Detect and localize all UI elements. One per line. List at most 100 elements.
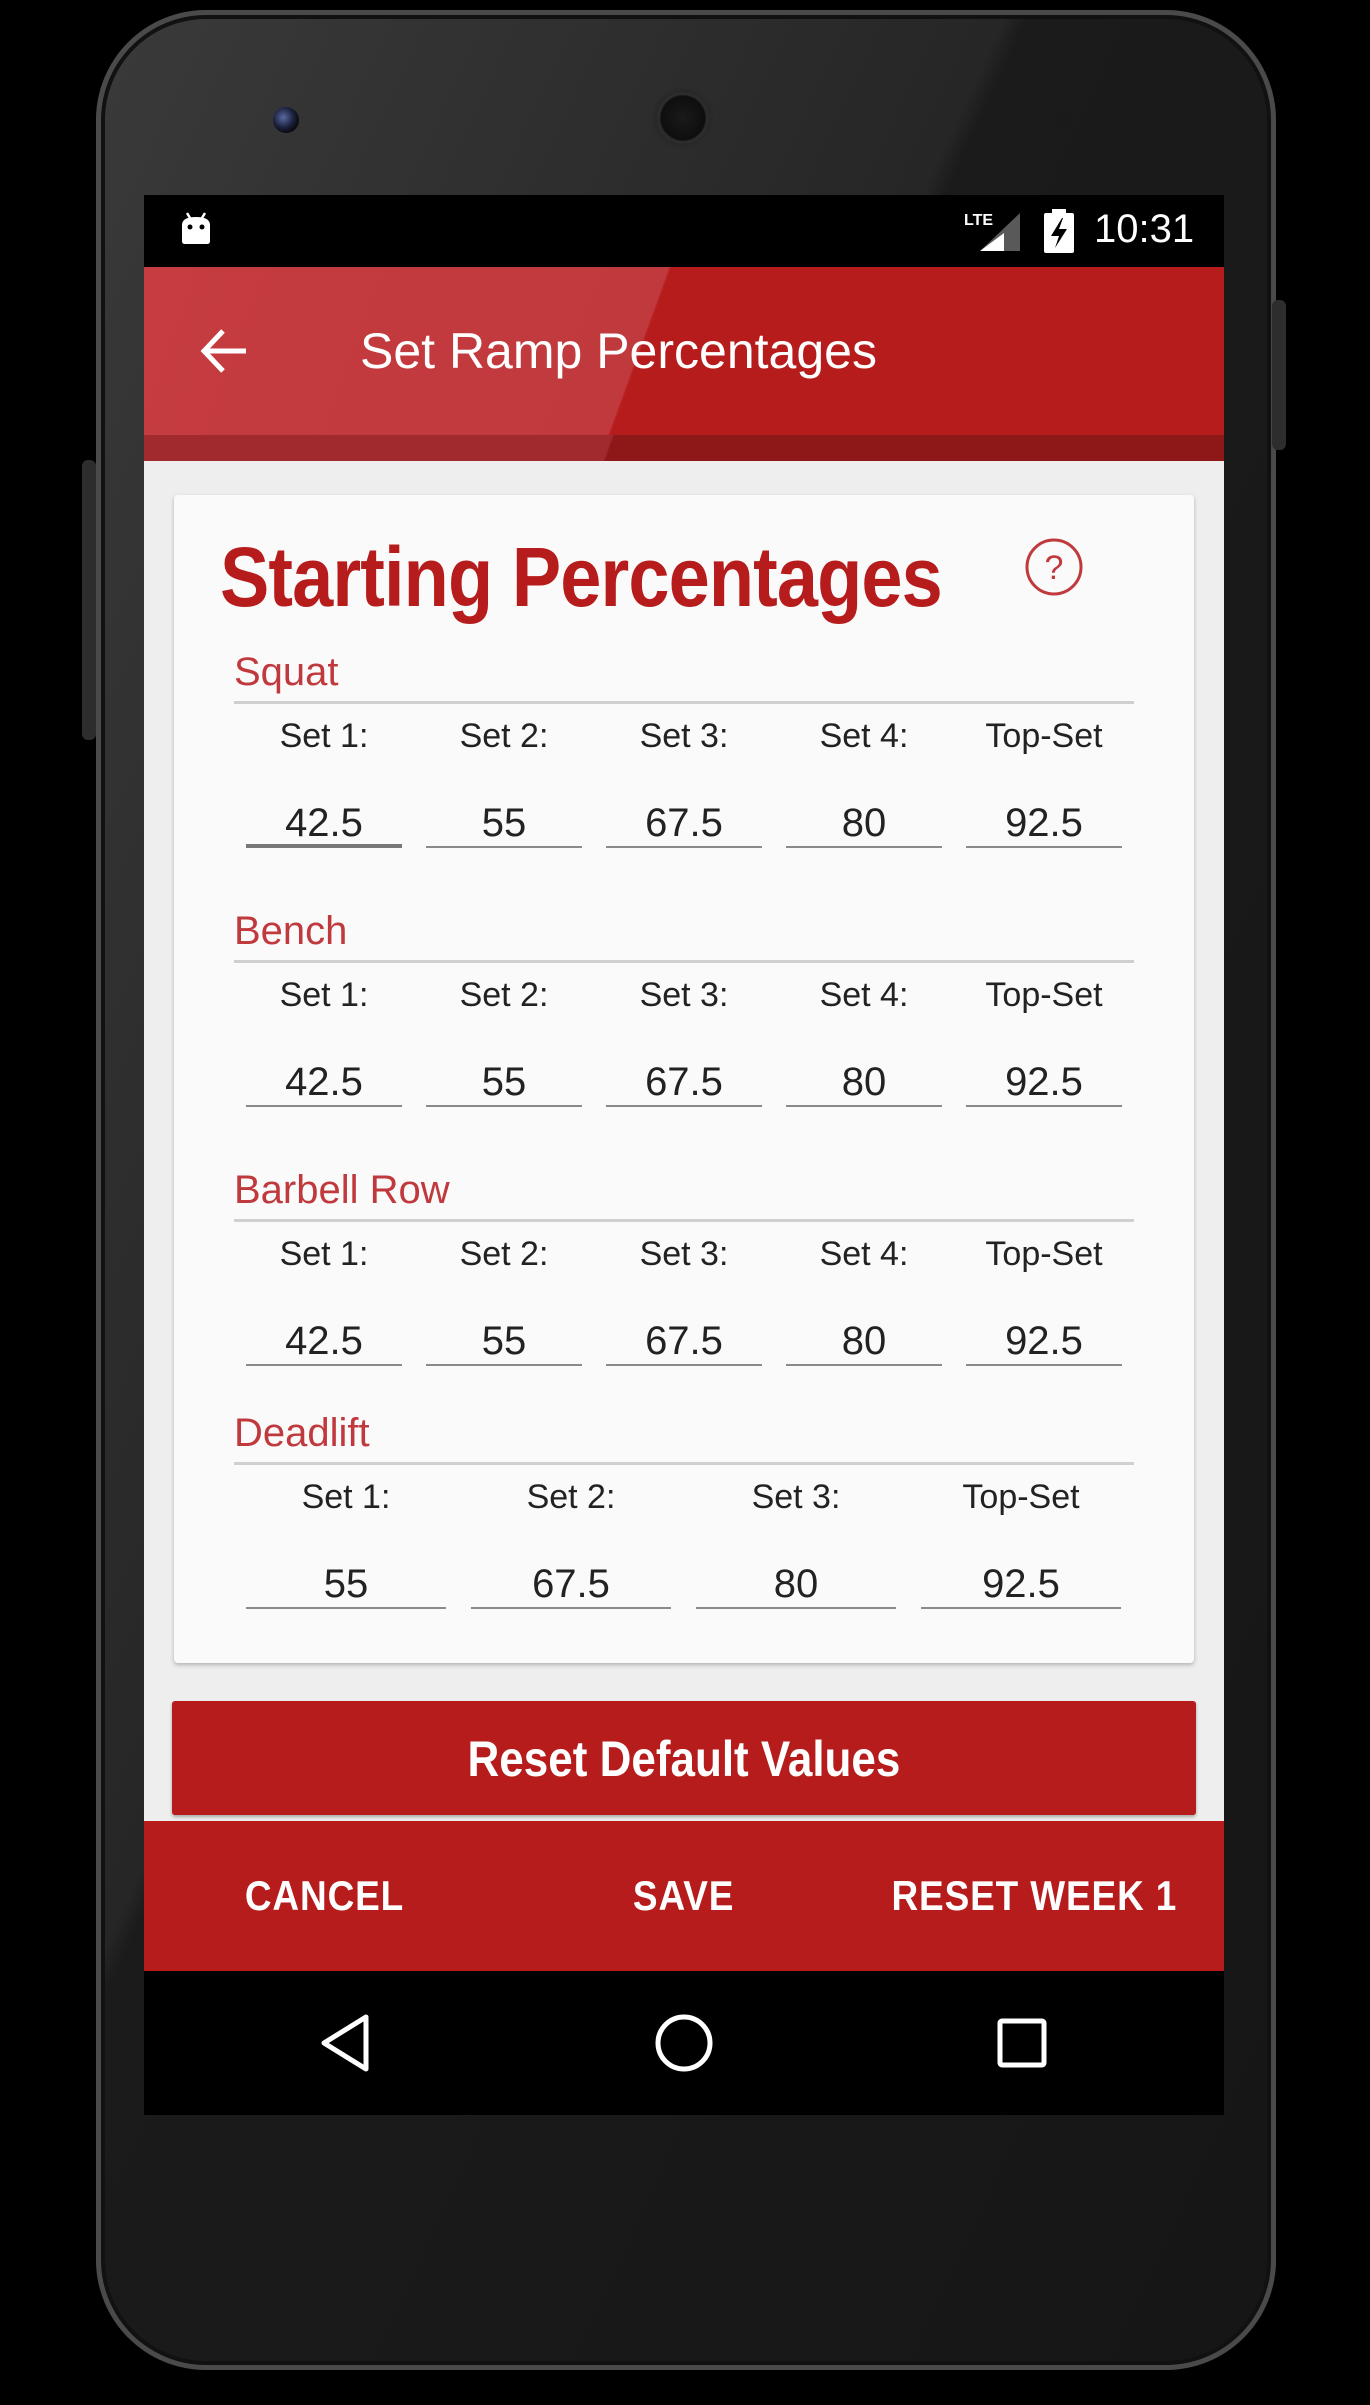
exercise-bench: Bench Set 1: 42.5 Set 2: 55 Set 3: 67.5 … (234, 906, 1134, 1123)
reset-week-label: RESET WEEK 1 (891, 1872, 1177, 1919)
set-column: Set 2: 55 (426, 1222, 582, 1366)
set-column: Set 3: 80 (696, 1465, 896, 1609)
percentage-input[interactable]: 80 (786, 1300, 942, 1366)
home-circle-icon[interactable] (648, 2007, 720, 2079)
set-label: Top-Set (985, 717, 1103, 755)
recents-square-icon[interactable] (986, 2007, 1058, 2079)
set-label: Set 2: (526, 1478, 616, 1516)
android-debug-icon (182, 212, 210, 244)
reset-default-values-button[interactable]: Reset Default Values (172, 1701, 1196, 1815)
set-row: Set 1: 42.5 Set 2: 55 Set 3: 67.5 Set 4:… (234, 963, 1134, 1123)
percentage-input[interactable]: 55 (426, 1041, 582, 1107)
set-label: Set 1: (279, 717, 369, 755)
set-label: Set 4: (819, 976, 909, 1014)
app-bar-shadow (144, 435, 1224, 461)
set-row: Set 1: 42.5 Set 2: 55 Set 3: 67.5 Set 4:… (234, 704, 1134, 864)
set-label: Set 1: (301, 1478, 391, 1516)
set-column: Set 2: 55 (426, 963, 582, 1107)
svg-text:LTE: LTE (964, 212, 993, 229)
percentage-input[interactable]: 67.5 (606, 782, 762, 848)
light-sensor (1094, 110, 1108, 124)
set-label: Set 4: (819, 717, 909, 755)
set-column: Set 4: 80 (786, 1222, 942, 1366)
set-column: Top-Set 92.5 (966, 704, 1122, 848)
status-time: 10:31 (1094, 207, 1195, 251)
percentage-input[interactable]: 92.5 (966, 782, 1122, 848)
front-camera (273, 107, 299, 133)
set-column: Top-Set 92.5 (921, 1465, 1121, 1609)
screen: LTE 10:31 Set Ramp Percentages Starting … (144, 195, 1224, 2115)
percentage-input[interactable]: 42.5 (246, 1300, 402, 1366)
percentage-input[interactable]: 67.5 (606, 1300, 762, 1366)
set-label: Set 1: (279, 1235, 369, 1273)
set-column: Set 1: 55 (246, 1465, 446, 1609)
cancel-button[interactable]: CANCEL (184, 1821, 464, 1971)
set-column: Set 2: 55 (426, 704, 582, 848)
volume-button (82, 460, 96, 740)
navigation-bar (144, 1971, 1224, 2115)
set-label: Set 3: (639, 1235, 729, 1273)
set-label: Set 3: (751, 1478, 841, 1516)
percentage-input[interactable]: 92.5 (921, 1543, 1121, 1609)
save-label: SAVE (633, 1872, 735, 1919)
svg-text:?: ? (1045, 549, 1064, 587)
status-bar: LTE 10:31 (144, 195, 1224, 267)
exercise-label: Deadlift (234, 1411, 370, 1455)
exercise-label: Squat (234, 650, 339, 694)
power-button (1272, 300, 1286, 450)
exercise-squat: Squat Set 1: 42.5 Set 2: 55 Set 3: 67.5 … (234, 647, 1134, 864)
set-label: Top-Set (962, 1478, 1080, 1516)
reset-week-button[interactable]: RESET WEEK 1 (864, 1821, 1204, 1971)
percentages-card: Starting Percentages ? Squat Set 1: 42.5… (174, 495, 1194, 1663)
set-label: Set 2: (459, 976, 549, 1014)
set-column: Top-Set 92.5 (966, 1222, 1122, 1366)
set-label: Set 3: (639, 976, 729, 1014)
percentage-input[interactable]: 55 (426, 782, 582, 848)
set-label: Set 2: (459, 1235, 549, 1273)
set-column: Set 1: 42.5 (246, 704, 402, 848)
page-title: Set Ramp Percentages (360, 323, 877, 379)
set-column: Set 4: 80 (786, 704, 942, 848)
set-label: Set 4: (819, 1235, 909, 1273)
percentage-input[interactable]: 42.5 (246, 782, 402, 848)
set-label: Top-Set (985, 976, 1103, 1014)
set-label: Top-Set (985, 1235, 1103, 1273)
set-column: Set 4: 80 (786, 963, 942, 1107)
question-circle-icon[interactable]: ? (1024, 537, 1084, 597)
set-column: Set 3: 67.5 (606, 1222, 762, 1366)
percentage-input[interactable]: 67.5 (606, 1041, 762, 1107)
percentage-input[interactable]: 55 (426, 1300, 582, 1366)
earpiece-speaker (655, 90, 711, 146)
set-column: Set 1: 42.5 (246, 1222, 402, 1366)
percentage-input[interactable]: 80 (786, 1041, 942, 1107)
exercise-barbell-row: Barbell Row Set 1: 42.5 Set 2: 55 Set 3:… (234, 1165, 1134, 1382)
card-title: Starting Percentages (220, 530, 943, 624)
arrow-left-icon[interactable] (196, 323, 252, 379)
percentage-input[interactable]: 92.5 (966, 1300, 1122, 1366)
set-column: Set 1: 42.5 (246, 963, 402, 1107)
percentage-input[interactable]: 80 (786, 782, 942, 848)
percentage-input[interactable]: 92.5 (966, 1041, 1122, 1107)
cancel-label: CANCEL (244, 1872, 404, 1919)
set-column: Set 3: 67.5 (606, 963, 762, 1107)
reset-default-values-label: Reset Default Values (467, 1731, 901, 1787)
percentage-input[interactable]: 67.5 (471, 1543, 671, 1609)
set-column: Set 3: 67.5 (606, 704, 762, 848)
save-button[interactable]: SAVE (544, 1821, 824, 1971)
percentage-input[interactable]: 80 (696, 1543, 896, 1609)
proximity-sensor (1058, 110, 1072, 124)
exercise-label: Barbell Row (234, 1168, 450, 1212)
exercise-deadlift: Deadlift Set 1: 55 Set 2: 67.5 Set 3: 80… (234, 1408, 1134, 1625)
exercise-label: Bench (234, 909, 348, 953)
set-label: Set 1: (279, 976, 369, 1014)
set-row: Set 1: 42.5 Set 2: 55 Set 3: 67.5 Set 4:… (234, 1222, 1134, 1382)
set-column: Set 2: 67.5 (471, 1465, 671, 1609)
set-label: Set 3: (639, 717, 729, 755)
action-bar: CANCEL SAVE RESET WEEK 1 (144, 1821, 1224, 1971)
percentage-input[interactable]: 42.5 (246, 1041, 402, 1107)
battery-charging-icon (1044, 209, 1074, 253)
back-triangle-icon[interactable] (310, 2007, 382, 2079)
set-label: Set 2: (459, 717, 549, 755)
set-row: Set 1: 55 Set 2: 67.5 Set 3: 80 Top-Set … (234, 1465, 1134, 1625)
percentage-input[interactable]: 55 (246, 1543, 446, 1609)
